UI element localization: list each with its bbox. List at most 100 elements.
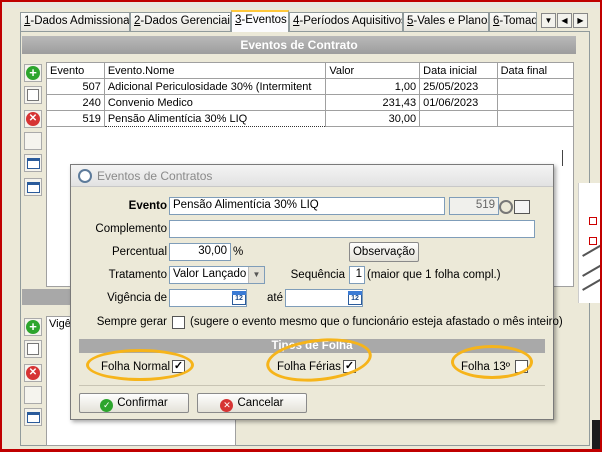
tratamento-label: Tratamento — [108, 269, 167, 281]
cell-evento-nome: Convenio Medico — [103, 94, 327, 111]
cell-evento-nome: Adicional Periculosidade 30% (Intermiten… — [103, 78, 327, 95]
cancel-icon: ✕ — [220, 399, 234, 412]
evento-label: Evento — [128, 200, 167, 212]
edit-icon — [27, 343, 39, 355]
delete-button[interactable]: ✕ — [24, 110, 42, 128]
sempre-gerar-checkbox[interactable] — [172, 316, 185, 329]
lower-edit-button[interactable] — [24, 340, 42, 358]
chevron-down-icon[interactable]: ▼ — [248, 267, 264, 283]
column-header[interactable]: Evento.Nome — [103, 62, 327, 79]
tab-vales-e-planos[interactable]: 5-Vales e Planos — [403, 12, 489, 31]
tab-dados-admissionais[interactable]: 1-Dados Admissionais — [20, 12, 130, 31]
observacao-button[interactable]: Observação — [349, 242, 419, 262]
tratamento-select[interactable]: Valor Lançado ▼ — [169, 266, 265, 284]
top-field-remnant — [18, 0, 230, 7]
lower-delete-button[interactable]: ✕ — [24, 364, 42, 382]
table-row[interactable]: 507 Adicional Periculosidade 30% (Interm… — [46, 78, 575, 95]
edit-button[interactable] — [24, 86, 42, 104]
lower-section-header — [22, 289, 72, 305]
window-icon — [26, 157, 40, 169]
column-header[interactable]: Data final — [496, 62, 575, 79]
cell-valor: 231,43 — [325, 94, 421, 111]
cell-evento: 519 — [46, 110, 105, 127]
evento-code-field[interactable]: 519 — [449, 197, 499, 215]
cancelar-label: Cancelar — [237, 397, 284, 409]
window-button[interactable] — [24, 154, 42, 172]
folha-13-label: Folha 13º — [461, 361, 510, 373]
folha-ferias-checkbox[interactable]: ✓ — [343, 360, 356, 373]
tab-scroll-controls: ▼ ◀ ▶ — [541, 13, 588, 28]
cell-evento-nome: Pensão Alimentícia 30% LIQ — [103, 110, 327, 127]
table-row-selected[interactable]: 519 Pensão Alimentícia 30% LIQ 30,00 — [46, 110, 575, 127]
app-icon — [78, 169, 92, 183]
tab-dropdown-icon[interactable]: ▼ — [541, 13, 556, 28]
lower-window-button[interactable] — [24, 408, 42, 426]
window-edit-icon — [26, 181, 40, 193]
ate-label: até — [267, 292, 283, 304]
window-icon — [26, 411, 40, 423]
blank-button[interactable] — [24, 132, 42, 150]
add-icon: + — [26, 66, 40, 80]
tab-dados-gerenciais[interactable]: 2-Dados Gerenciais — [130, 12, 231, 31]
vigencia-label: Vigência de — [107, 292, 167, 304]
add-icon: + — [26, 320, 40, 334]
calendar-icon[interactable]: 12 — [232, 291, 246, 305]
search-icon[interactable] — [499, 200, 513, 214]
calendar-icon[interactable]: 12 — [348, 291, 362, 305]
percentual-unit: % — [233, 246, 244, 258]
delete-icon: ✕ — [26, 366, 40, 380]
confirmar-label: Confirmar — [117, 397, 168, 409]
tab-prev-icon[interactable]: ◀ — [557, 13, 572, 28]
tab-next-icon[interactable]: ▶ — [573, 13, 588, 28]
sequencia-field[interactable]: 1 — [349, 266, 365, 284]
column-header[interactable]: Valor — [325, 62, 421, 79]
cell-data-final — [496, 78, 575, 95]
cell-evento: 507 — [46, 78, 105, 95]
tab-periodos-aquisitivos[interactable]: 4-Períodos Aquisitivos — [289, 12, 403, 31]
right-edge-block — [592, 420, 601, 450]
column-header[interactable]: Evento — [46, 62, 105, 79]
evento-name-field[interactable]: Pensão Alimentícia 30% LIQ — [169, 197, 445, 215]
tipos-de-folha-header: Tipos de Folha — [79, 339, 545, 353]
folha-normal-checkbox[interactable]: ✓ — [172, 360, 185, 373]
cell-data-final — [496, 110, 575, 127]
folha-ferias-label: Folha Férias — [277, 361, 341, 373]
eventos-de-contratos-dialog: Eventos de Contratos Evento Pensão Alime… — [70, 164, 563, 420]
cell-data-final — [496, 94, 575, 111]
eventos-table: Evento Evento.Nome Valor Data inicial Da… — [46, 62, 575, 127]
grid-scroll-marker — [562, 150, 563, 166]
cell-data-inicial — [419, 110, 498, 127]
column-header[interactable]: Data inicial — [419, 62, 498, 79]
folha-13-checkbox[interactable] — [515, 360, 528, 373]
right-side-image — [578, 183, 600, 303]
cell-data-inicial: 01/06/2023 — [419, 94, 498, 111]
sempre-gerar-hint: (sugere o evento mesmo que o funcionário… — [190, 316, 563, 328]
edit-window-button[interactable] — [24, 178, 42, 196]
dialog-title: Eventos de Contratos — [97, 169, 213, 183]
folha-normal-label: Folha Normal — [101, 361, 171, 373]
divider — [79, 385, 545, 386]
percentual-field[interactable]: 30,00 — [169, 243, 231, 261]
lower-blank-button[interactable] — [24, 386, 42, 404]
table-header-row: Evento Evento.Nome Valor Data inicial Da… — [46, 62, 575, 79]
tab-tomador[interactable]: 6-Tomad — [489, 12, 537, 31]
confirmar-button[interactable]: ✓ Confirmar — [79, 393, 189, 413]
complemento-field[interactable] — [169, 220, 535, 238]
cancelar-button[interactable]: ✕ Cancelar — [197, 393, 307, 413]
cell-evento: 240 — [46, 94, 105, 111]
cell-valor: 1,00 — [325, 78, 421, 95]
document-icon[interactable] — [514, 200, 530, 214]
tab-eventos[interactable]: 3-Eventos — [231, 10, 289, 32]
sequencia-label: Sequência — [290, 269, 345, 281]
confirm-icon: ✓ — [100, 399, 114, 412]
lower-add-button[interactable]: + — [24, 318, 42, 336]
edit-icon — [27, 89, 39, 101]
cell-valor: 30,00 — [325, 110, 421, 127]
tratamento-value: Valor Lançado — [173, 268, 247, 280]
evento-lookup — [499, 200, 530, 214]
add-button[interactable]: + — [24, 64, 42, 82]
sempre-gerar-label: Sempre gerar — [96, 316, 167, 328]
tab-strip: 1-Dados Admissionais 2-Dados Gerenciais … — [20, 10, 588, 32]
table-row[interactable]: 240 Convenio Medico 231,43 01/06/2023 — [46, 94, 575, 111]
dialog-title-bar: Eventos de Contratos — [71, 165, 553, 187]
